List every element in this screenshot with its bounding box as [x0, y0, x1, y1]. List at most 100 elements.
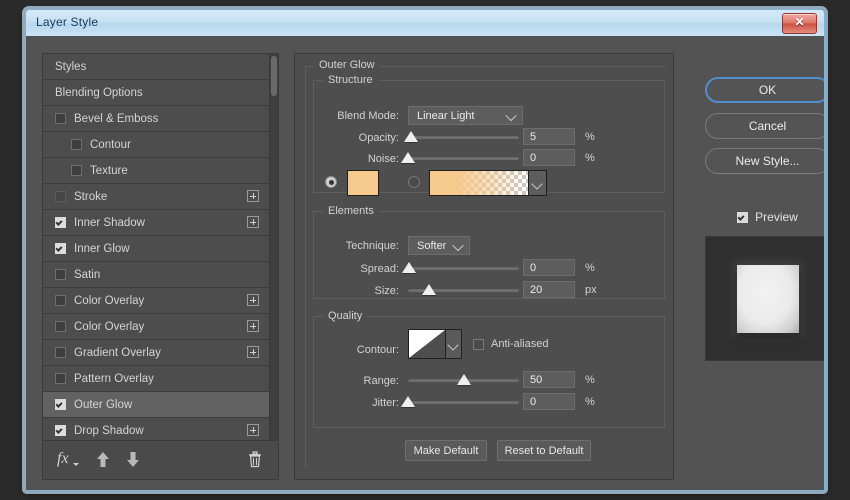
new-style-button[interactable]: New Style... [705, 148, 825, 174]
style-checkbox[interactable] [55, 217, 66, 228]
trash-icon[interactable] [248, 451, 262, 468]
style-checkbox[interactable] [55, 399, 66, 410]
style-checkbox[interactable] [55, 113, 66, 124]
fx-icon[interactable]: fx [57, 450, 69, 468]
add-effect-icon[interactable] [247, 424, 259, 436]
contour-preview[interactable] [408, 329, 446, 359]
close-button[interactable]: ✕ [782, 13, 817, 34]
style-item-bevel-emboss[interactable]: Bevel & Emboss [43, 106, 269, 132]
add-effect-icon[interactable] [247, 320, 259, 332]
style-item-drop-shadow[interactable]: Drop Shadow [43, 418, 269, 441]
style-item-outer-glow[interactable]: Outer Glow [43, 392, 269, 418]
jitter-input[interactable]: 0 [523, 393, 575, 410]
style-checkbox[interactable] [55, 269, 66, 280]
style-item-pattern-overlay[interactable]: Pattern Overlay [43, 366, 269, 392]
style-item-color-overlay-1[interactable]: Color Overlay [43, 288, 269, 314]
style-item-color-overlay-2[interactable]: Color Overlay [43, 314, 269, 340]
glow-color-swatch[interactable] [347, 170, 379, 196]
style-item-stroke[interactable]: Stroke [43, 184, 269, 210]
fill-gradient-radio[interactable] [408, 176, 420, 188]
anti-aliased-checkbox[interactable] [473, 339, 484, 350]
noise-input[interactable]: 0 [523, 149, 575, 166]
size-value: 20 [530, 284, 542, 296]
glow-gradient-preview[interactable] [429, 170, 529, 196]
size-input[interactable]: 20 [523, 281, 575, 298]
spread-input[interactable]: 0 [523, 259, 575, 276]
style-checkbox[interactable] [55, 191, 66, 202]
slider-knob[interactable] [402, 262, 416, 273]
style-checkbox[interactable] [71, 139, 82, 150]
opacity-slider[interactable] [408, 130, 519, 144]
add-effect-icon[interactable] [247, 294, 259, 306]
opacity-label: Opacity: [319, 132, 399, 144]
add-effect-icon[interactable] [247, 346, 259, 358]
make-default-label: Make Default [414, 445, 479, 457]
style-checkbox[interactable] [55, 373, 66, 384]
range-input[interactable]: 50 [523, 371, 575, 388]
slider-track [408, 156, 519, 160]
noise-value: 0 [530, 152, 536, 164]
ok-button[interactable]: OK [705, 77, 825, 103]
style-checkbox[interactable] [55, 425, 66, 436]
opacity-input[interactable]: 5 [523, 128, 575, 145]
add-effect-icon[interactable] [247, 190, 259, 202]
technique-value: Softer [417, 240, 446, 252]
style-item-label: Color Overlay [74, 321, 144, 333]
styles-list: Styles Blending Options Bevel & Emboss C… [43, 54, 269, 441]
style-item-gradient-overlay[interactable]: Gradient Overlay [43, 340, 269, 366]
contour-label: Contour: [319, 344, 399, 356]
range-slider[interactable] [408, 373, 519, 387]
slider-knob[interactable] [422, 284, 436, 295]
style-item-styles[interactable]: Styles [43, 54, 269, 80]
style-checkbox[interactable] [55, 347, 66, 358]
style-item-inner-glow[interactable]: Inner Glow [43, 236, 269, 262]
reset-to-default-button[interactable]: Reset to Default [497, 440, 591, 461]
arrow-down-icon[interactable] [125, 451, 141, 468]
style-checkbox[interactable] [55, 295, 66, 306]
style-checkbox[interactable] [55, 321, 66, 332]
preview-checkbox[interactable] [737, 212, 748, 223]
noise-slider[interactable] [408, 151, 519, 165]
add-effect-icon[interactable] [247, 216, 259, 228]
preview-toggle[interactable]: Preview [705, 208, 825, 226]
style-item-texture[interactable]: Texture [43, 158, 269, 184]
jitter-slider[interactable] [408, 395, 519, 409]
style-item-blending-options[interactable]: Blending Options [43, 80, 269, 106]
preview-thumbnail [705, 236, 825, 361]
settings-panel: Outer Glow Structure Blend Mode: Linear … [294, 53, 674, 480]
noise-unit: % [585, 152, 595, 164]
size-slider[interactable] [408, 283, 519, 297]
slider-knob[interactable] [401, 396, 415, 407]
style-item-label: Inner Shadow [74, 217, 145, 229]
slider-knob[interactable] [404, 131, 418, 142]
style-item-label: Color Overlay [74, 295, 144, 307]
jitter-unit: % [585, 396, 595, 408]
noise-label: Noise: [319, 153, 399, 165]
style-item-label: Texture [90, 165, 128, 177]
technique-select[interactable]: Softer [408, 236, 470, 255]
chevron-down-icon [505, 110, 516, 121]
gradient-picker-button[interactable] [529, 170, 547, 196]
chevron-down-icon [531, 178, 542, 189]
scrollbar-thumb[interactable] [271, 56, 277, 96]
slider-knob[interactable] [401, 152, 415, 163]
spread-slider[interactable] [408, 261, 519, 275]
styles-list-scrollbar[interactable] [269, 54, 278, 441]
reset-to-default-label: Reset to Default [505, 445, 584, 457]
slider-knob[interactable] [457, 374, 471, 385]
style-item-contour[interactable]: Contour [43, 132, 269, 158]
style-item-label: Satin [74, 269, 100, 281]
slider-track [408, 135, 519, 139]
style-item-satin[interactable]: Satin [43, 262, 269, 288]
style-item-inner-shadow[interactable]: Inner Shadow [43, 210, 269, 236]
contour-picker-button[interactable] [446, 329, 462, 359]
style-checkbox[interactable] [71, 165, 82, 176]
fill-color-radio[interactable] [325, 176, 337, 188]
blend-mode-label: Blend Mode: [319, 110, 399, 122]
style-checkbox[interactable] [55, 243, 66, 254]
preview-shape [737, 265, 799, 333]
blend-mode-select[interactable]: Linear Light [408, 106, 523, 125]
arrow-up-icon[interactable] [95, 451, 111, 468]
cancel-button[interactable]: Cancel [705, 113, 825, 139]
make-default-button[interactable]: Make Default [405, 440, 487, 461]
